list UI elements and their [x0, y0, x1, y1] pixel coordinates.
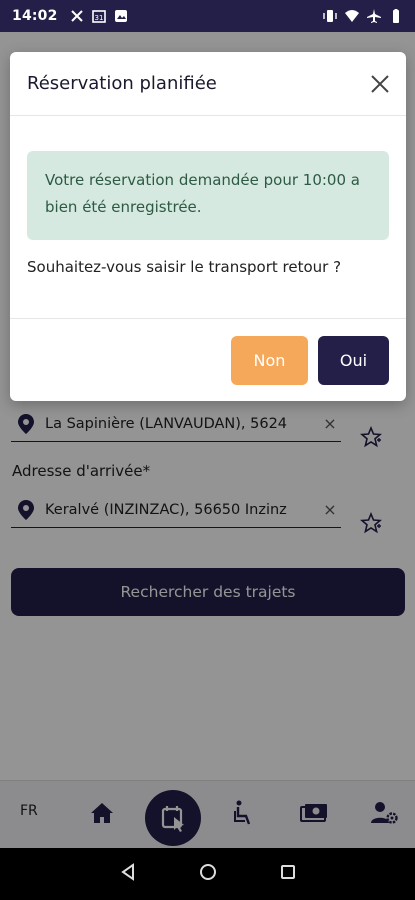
calendar-icon: 31	[91, 9, 106, 23]
status-time: 14:02	[12, 8, 58, 24]
dialog-title: Réservation planifiée	[27, 73, 217, 94]
battery-icon	[389, 9, 403, 23]
system-nav-bar	[0, 848, 415, 900]
close-icon[interactable]	[368, 72, 392, 96]
recents-icon[interactable]	[279, 863, 297, 885]
image-icon	[114, 9, 128, 23]
vibrate-icon	[323, 9, 337, 23]
wifi-icon	[345, 9, 359, 23]
home-circle-icon[interactable]	[199, 863, 217, 885]
dialog-footer: Non Oui	[10, 318, 406, 401]
reservation-dialog: Réservation planifiée Votre réservation …	[10, 52, 406, 401]
dialog-header: Réservation planifiée	[10, 52, 406, 116]
airplane-icon	[367, 9, 381, 23]
return-question: Souhaitez-vous saisir le transport retou…	[27, 258, 342, 276]
status-bar: 14:02 31	[0, 0, 415, 32]
cross-arrows-icon	[70, 9, 84, 23]
no-button[interactable]: Non	[231, 336, 308, 385]
success-alert: Votre réservation demandée pour 10:00 a …	[27, 151, 389, 240]
back-icon[interactable]	[119, 863, 137, 885]
svg-text:31: 31	[94, 14, 103, 22]
yes-button[interactable]: Oui	[318, 336, 389, 385]
